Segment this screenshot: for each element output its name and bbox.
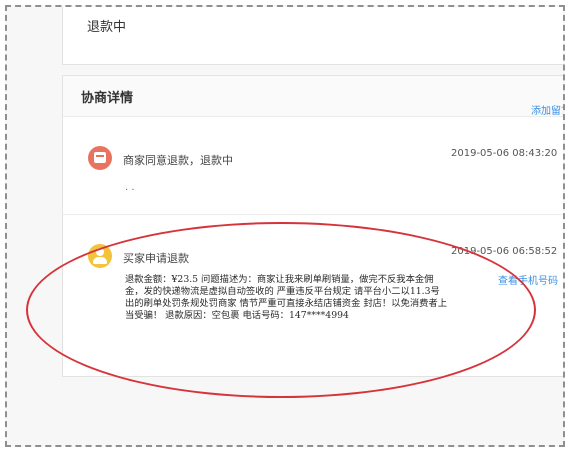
frame-content: 退款中 ④ 协商详情 添加留言 商家同意退款，退款中 2019-05-06 08… <box>7 7 563 445</box>
negotiation-header: 协商详情 添加留言 <box>63 76 563 117</box>
refund-status-text: 退款中 <box>87 20 127 35</box>
entry-timestamp: 2019-05-06 08:43:20 <box>451 148 558 159</box>
add-message-link[interactable]: 添加留言 <box>531 102 563 117</box>
entry-detail: . . <box>125 182 135 193</box>
refund-status-card: 退款中 ④ <box>62 7 563 65</box>
entry-actor-text: 买家申请退款 <box>123 252 189 265</box>
view-phone-number-link[interactable]: 查看手机号码 <box>498 272 558 287</box>
user-icon <box>88 244 112 268</box>
negotiation-entry-buyer: 买家申请退款 2019-05-06 06:58:52 退款金额：¥23.5 问题… <box>63 236 563 366</box>
store-icon <box>88 146 112 170</box>
negotiation-details-card: 协商详情 添加留言 商家同意退款，退款中 2019-05-06 08:43:20… <box>62 75 563 377</box>
entry-actor-text: 商家同意退款，退款中 <box>123 154 233 167</box>
negotiation-entry-merchant: 商家同意退款，退款中 2019-05-06 08:43:20 . . <box>63 138 563 215</box>
refund-description: 退款金额：¥23.5 问题描述为：商家让我来刷单刷销量，做完不反我本金佣金，发的… <box>125 274 448 321</box>
screenshot-frame: 退款中 ④ 协商详情 添加留言 商家同意退款，退款中 2019-05-06 08… <box>5 5 565 447</box>
entry-timestamp: 2019-05-06 06:58:52 <box>451 246 558 257</box>
negotiation-title: 协商详情 <box>81 91 134 106</box>
